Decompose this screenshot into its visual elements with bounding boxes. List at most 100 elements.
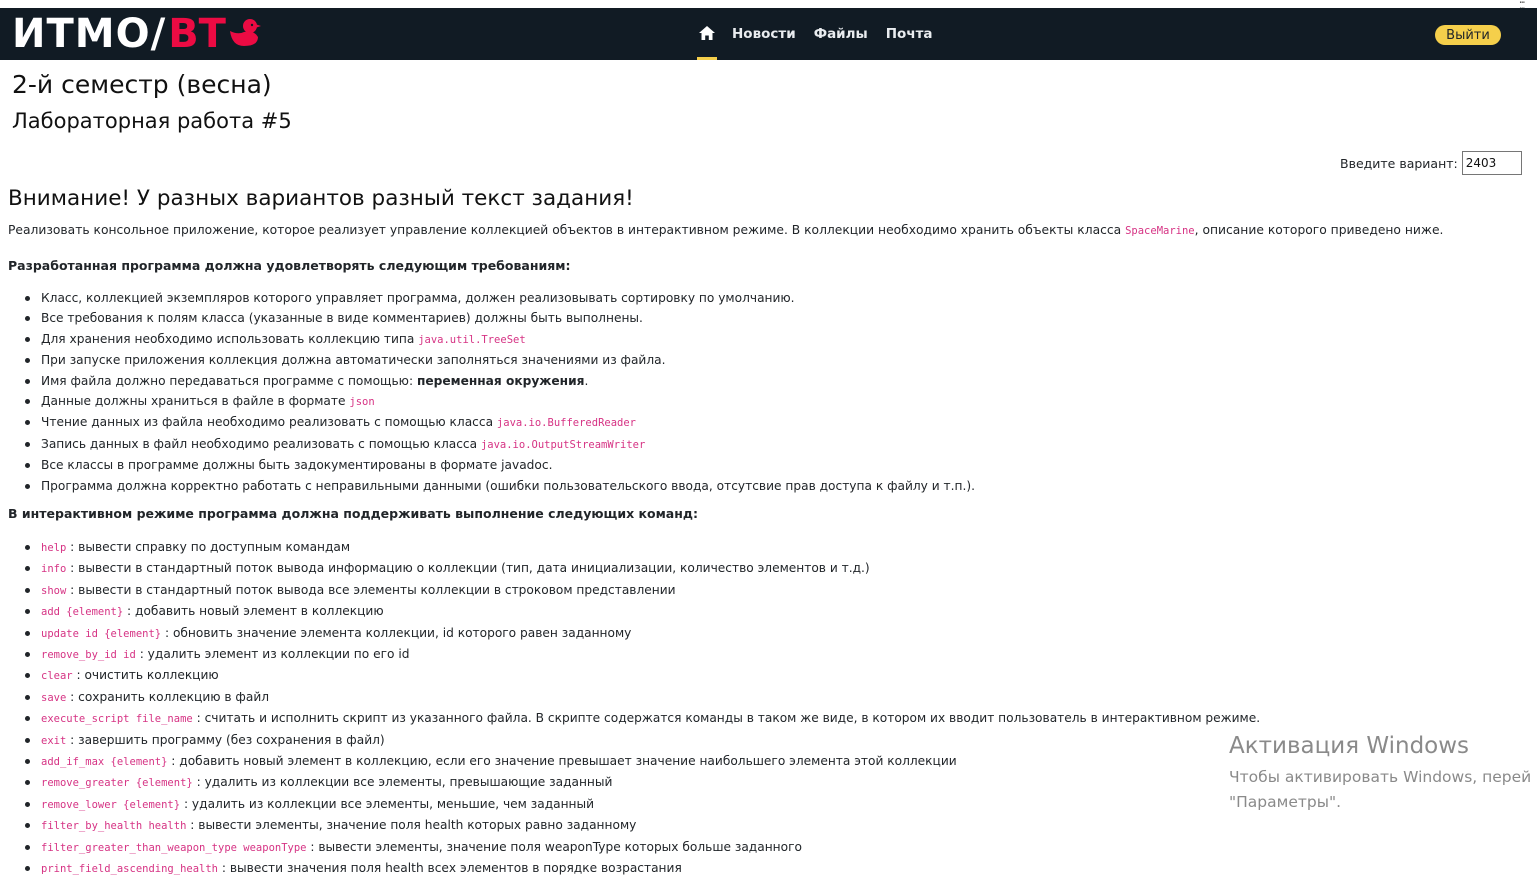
home-icon [699,25,715,44]
variant-selector: Введите вариант: [1340,151,1522,175]
command-code: filter_greater_than_weapon_type weaponTy… [41,841,307,854]
logo-itmo-text: ИТМО/ [12,11,167,57]
requirement-text: Класс, коллекцией экземпляров которого у… [41,291,795,305]
nav-home[interactable] [697,8,717,60]
requirement-text: Запись данных в файл необходимо реализов… [41,436,481,451]
logo-bt-text: ВТ [168,11,226,57]
command-item: info : вывести в стандартный поток вывод… [24,558,1260,579]
requirement-item: Запись данных в файл необходимо реализов… [25,434,975,455]
command-item: filter_greater_than_weapon_type weaponTy… [24,837,1260,858]
window-top-strip: ⋯⋯ [0,0,1537,14]
command-description: : считать и исполнить скрипт из указанно… [192,711,1261,726]
command-item: save : сохранить коллекцию в файл [24,687,1260,708]
requirement-item: При запуске приложения коллекция должна … [25,350,975,370]
command-code: show [41,584,67,597]
command-code: info [41,563,67,576]
command-description: : обновить значение элемента коллекции, … [161,625,632,640]
command-description: : удалить из коллекции все элементы, мен… [180,796,595,811]
duck-icon [228,17,262,51]
itmo-bt-logo[interactable]: ИТМО/ ВТ [12,14,262,54]
requirement-text: Для хранения необходимо использовать кол… [41,331,419,346]
nav-link-mail[interactable]: Почта [886,26,933,42]
command-item: filter_by_health health : вывести элемен… [24,815,1260,836]
requirement-text: Все классы в программе должны быть задок… [41,458,553,473]
command-item: execute_script file_name : считать и исп… [24,708,1261,729]
requirement-text: Чтение данных из файла необходимо реализ… [41,415,497,430]
intro-class-code: SpaceMarine [1125,225,1195,237]
command-description: : удалить элемент из коллекции по его id [135,647,410,662]
command-description: : завершить программу (без сохранения в … [66,732,385,747]
command-description: : добавить новый элемент в коллекцию, ес… [167,754,957,769]
command-description: : вывести значения поля health всех элем… [218,861,682,876]
command-code: print_field_ascending_health [41,863,219,876]
command-code: execute_script file_name [41,713,193,726]
requirement-code: java.io.BufferedReader [496,417,636,430]
requirement-text: Данные должны храниться в файле в формат… [41,394,350,409]
command-description: : вывести элементы, значение поля weapon… [306,839,802,854]
command-item: update id {element} : обновить значение … [24,623,1260,644]
intro-text: Реализовать консольное приложение, котор… [8,223,1126,237]
requirement-item: Для хранения необходимо использовать кол… [25,329,975,350]
requirement-item: Чтение данных из файла необходимо реализ… [25,412,975,433]
requirement-text-end: . [584,373,589,388]
commands-list: help : вывести справку по доступным кома… [0,537,1260,880]
command-description: : удалить из коллекции все элементы, пре… [192,775,613,790]
command-code: remove_lower {element} [41,798,181,811]
command-item: clear : очистить коллекцию [24,665,1260,686]
requirement-code: java.util.TreeSet [418,333,526,346]
nav-link-files[interactable]: Файлы [814,26,868,42]
nav-links: Новости Файлы Почта [697,8,951,60]
command-code: remove_by_id id [41,649,136,662]
requirement-item: Все требования к полям класса (указанные… [25,308,975,328]
variant-input[interactable] [1461,151,1522,175]
requirement-item: Данные должны храниться в файле в формат… [25,391,975,412]
command-description: : вывести в стандартный поток вывода все… [66,582,676,597]
command-description: : вывести справку по доступным командам [66,540,351,554]
command-code: filter_by_health health [41,820,187,833]
command-code: help [41,542,67,554]
warning-heading: Внимание! У разных вариантов разный текс… [8,186,634,211]
command-description: : добавить новый элемент в коллекцию [123,604,384,619]
command-code: add_if_max {element} [41,756,168,769]
command-description: : вывести в стандартный поток вывода инф… [66,561,870,576]
command-description: : сохранить коллекцию в файл [66,689,270,704]
command-item: add {element} : добавить новый элемент в… [24,601,1260,622]
command-code: remove_greater {element} [41,777,193,790]
active-nav-indicator [697,57,717,60]
lab-title: Лабораторная работа #5 [12,109,292,133]
command-code: update id {element} [41,627,162,640]
command-code: save [41,691,67,704]
navbar: ИТМО/ ВТ Новости Файлы Почта Выйти [0,8,1537,60]
command-item: remove_lower {element} : удалить из колл… [24,794,1260,815]
page-title: 2-й семестр (весна) [12,70,272,99]
commands-heading: В интерактивном режиме программа должна … [8,506,698,521]
logout-button[interactable]: Выйти [1435,25,1501,45]
nav-link-news[interactable]: Новости [732,26,796,42]
requirements-heading: Разработанная программа должна удовлетво… [8,258,571,273]
command-description: : очистить коллекцию [72,668,219,683]
activation-line-1: Чтобы активировать Windows, перей [1229,768,1532,786]
command-item: help : вывести справку по доступным кома… [24,537,1260,558]
requirement-item: Класс, коллекцией экземпляров которого у… [25,288,975,308]
requirement-text: Имя файла должно передаваться программе … [41,373,417,388]
command-item: remove_greater {element} : удалить из ко… [24,772,1260,793]
command-item: print_field_ascending_health : вывести з… [24,858,1260,879]
command-code: add {element} [41,606,124,619]
intro-paragraph: Реализовать консольное приложение, котор… [8,223,1443,237]
command-item: exit : завершить программу (без сохранен… [24,730,1260,751]
requirement-item: Имя файла должно передаваться программе … [25,371,975,391]
variant-label: Введите вариант: [1340,155,1458,171]
requirement-item: Все классы в программе должны быть задок… [25,455,975,475]
command-item: show : вывести в стандартный поток вывод… [24,580,1260,601]
command-code: exit [41,734,67,747]
command-code: clear [41,670,73,683]
requirement-text: При запуске приложения коллекция должна … [41,353,666,368]
requirement-text: Все требования к полям класса (указанные… [41,311,643,326]
command-description: : вывести элементы, значение поля health… [186,818,637,833]
requirement-text: Программа должна корректно работать с не… [41,478,975,493]
requirement-code: java.io.OutputStreamWriter [480,438,646,451]
requirements-list: Класс, коллекцией экземпляров которого у… [0,288,975,496]
command-item: remove_by_id id : удалить элемент из кол… [24,644,1260,665]
requirement-item: Программа должна корректно работать с не… [25,476,975,496]
command-item: add_if_max {element} : добавить новый эл… [24,751,1260,772]
